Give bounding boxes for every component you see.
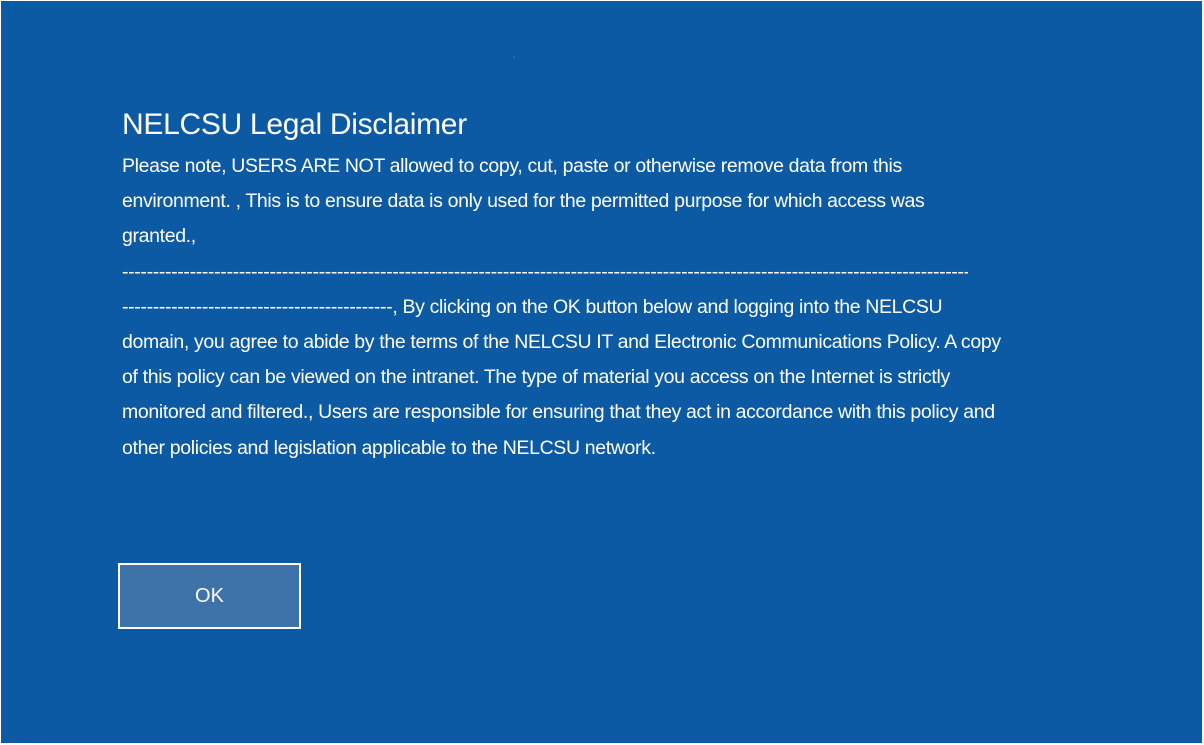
disclaimer-separator: ----------------------------------------… (122, 260, 968, 283)
legal-disclaimer-panel: NELCSU Legal Disclaimer Please note, USE… (122, 105, 1002, 466)
ok-button-label: OK (195, 584, 224, 607)
ok-button[interactable]: OK (118, 563, 301, 629)
disclaimer-title: NELCSU Legal Disclaimer (122, 108, 467, 141)
background-speck (513, 56, 515, 58)
disclaimer-paragraph-2: ----------------------------------------… (122, 295, 1001, 459)
disclaimer-paragraph-1: Please note, USERS ARE NOT allowed to co… (122, 155, 925, 248)
lock-screen-background: NELCSU Legal Disclaimer Please note, USE… (1, 1, 1202, 743)
disclaimer-body: Please note, USERS ARE NOT allowed to co… (122, 149, 1002, 466)
